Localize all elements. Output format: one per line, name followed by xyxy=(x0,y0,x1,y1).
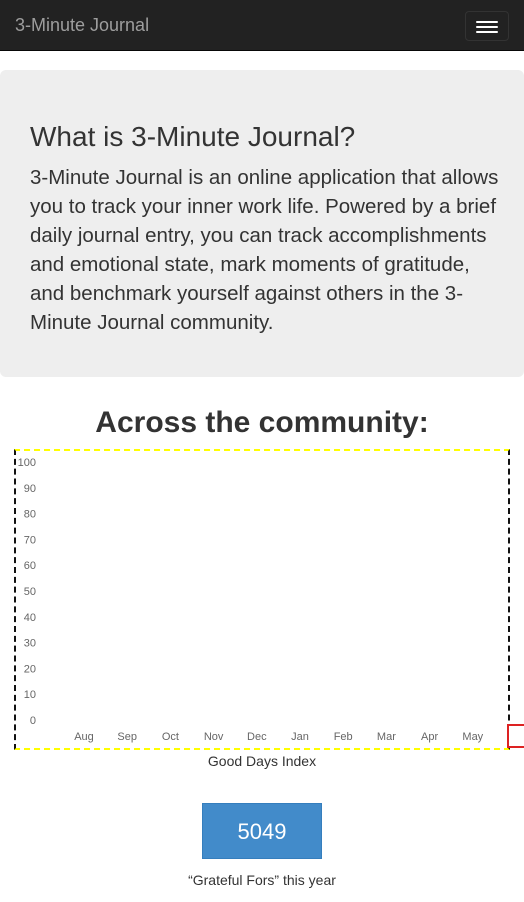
intro-body: 3-Minute Journal is an online applicatio… xyxy=(30,166,499,334)
intro-title: What is 3-Minute Journal? xyxy=(30,121,356,152)
hamburger-menu-icon xyxy=(476,26,498,28)
good-days-chart xyxy=(14,449,510,750)
navbar: 3-Minute Journal xyxy=(0,0,524,51)
current-month-marker xyxy=(507,724,524,748)
intro-panel: What is 3-Minute Journal? 3-Minute Journ… xyxy=(0,70,524,377)
brand-link[interactable]: 3-Minute Journal xyxy=(15,13,149,37)
community-heading: Across the community: xyxy=(95,406,429,439)
grateful-fors-caption: “Grateful Fors” this year xyxy=(188,872,336,888)
hamburger-menu-icon xyxy=(476,31,498,33)
hamburger-menu-icon xyxy=(476,21,498,23)
grateful-fors-count-button[interactable]: 5049 xyxy=(202,803,322,859)
chart-x-label: Good Days Index xyxy=(207,753,317,769)
navbar-toggle-button[interactable] xyxy=(465,11,509,41)
